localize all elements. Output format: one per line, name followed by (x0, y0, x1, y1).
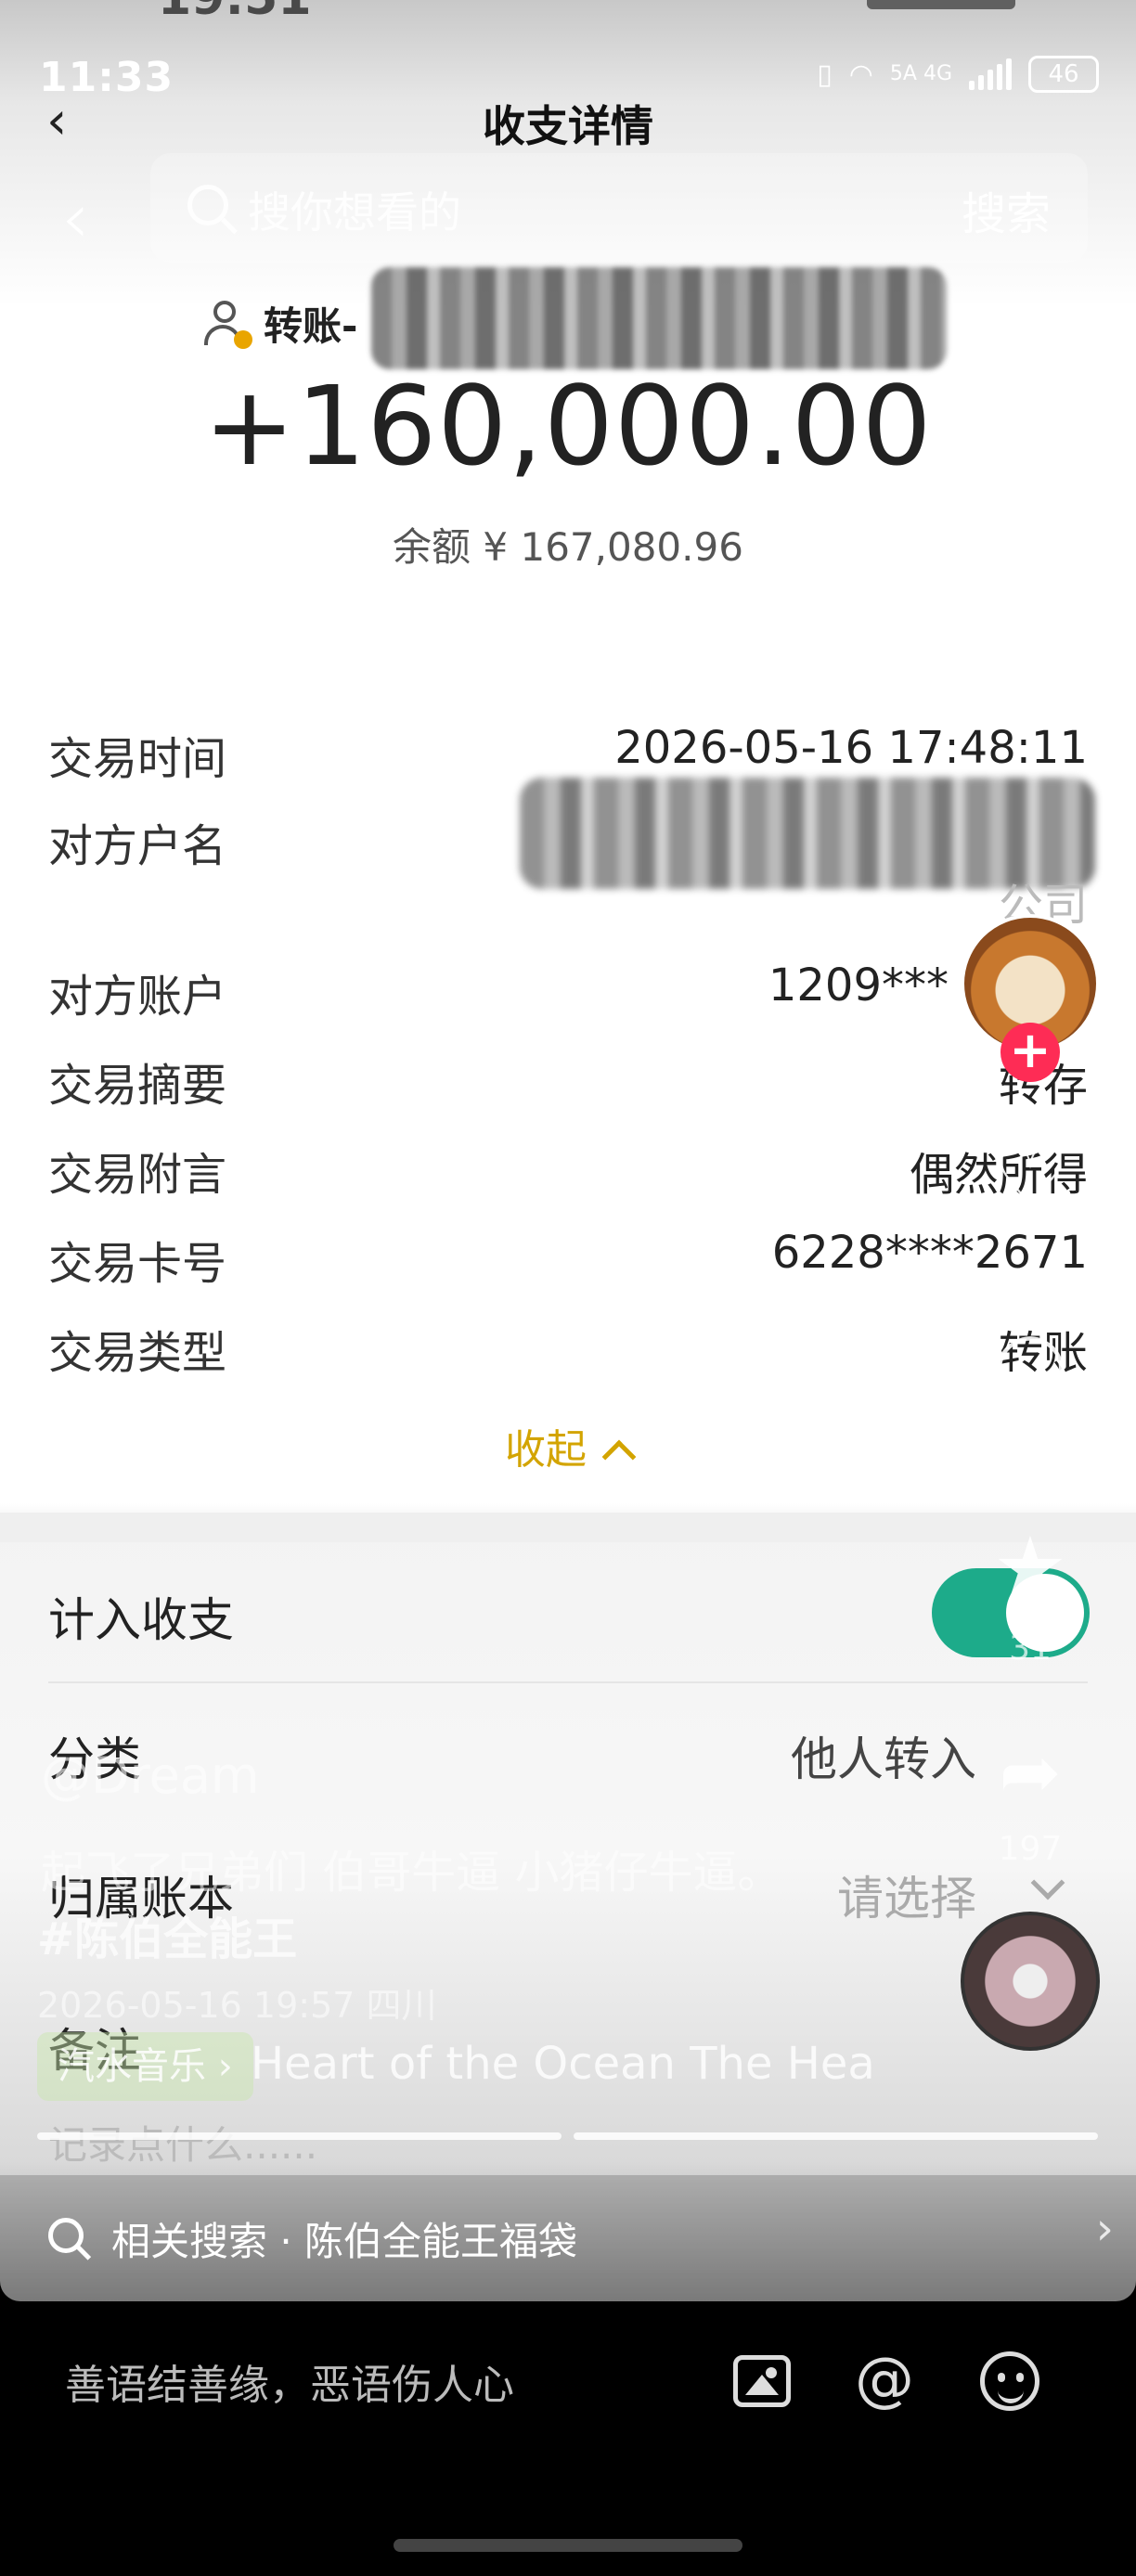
vibrate-icon: ▯ (817, 58, 833, 91)
search-input[interactable]: 搜你想看的 (248, 179, 461, 240)
ghost-status-icons (867, 0, 1015, 9)
counterparty: 转账- (204, 295, 357, 352)
share-icon[interactable]: ➦ (979, 1726, 1081, 1819)
detail-label: 交易卡号 (48, 1238, 227, 1290)
ledger-value: 请选择 (837, 1872, 976, 1926)
search-icon (48, 2218, 84, 2253)
comment-bar: 善语结善缘，恶语伤人心 @ (0, 2301, 1136, 2459)
related-search-text: 相关搜索 · 陈伯全能王福袋 (111, 2219, 578, 2264)
balance-text: 余额 ¥ 167,080.96 (393, 524, 743, 570)
collapse-button[interactable]: 收起 (0, 1416, 1136, 1475)
redaction-scribble (371, 267, 947, 369)
music-title[interactable]: Heart of the Ocean The Hea (251, 2038, 875, 2090)
search-icon (187, 185, 228, 225)
detail-label: 交易时间 (48, 733, 227, 785)
detail-value: 2026-05-16 17:48:11 (614, 722, 1088, 774)
search-bar[interactable]: 搜你想看的 搜索 (150, 153, 1088, 263)
status-icons: ▯ ◠ 5A 4G 46 (817, 56, 1099, 93)
home-indicator[interactable] (394, 2539, 742, 2552)
note-input[interactable]: 记录点什么...... (48, 2114, 317, 2170)
share-count: 197 (998, 1830, 1063, 1868)
divider (48, 1681, 1088, 1683)
image-icon[interactable] (733, 2355, 791, 2407)
detail-label: 交易附言 (48, 1149, 227, 1201)
signal-icon (969, 58, 1012, 90)
comment-input[interactable]: 善语结善缘，恶语伤人心 (65, 2351, 514, 2411)
category-value: 他人转入 (791, 1732, 976, 1786)
network-label: 5A 4G (889, 62, 952, 85)
follow-plus-icon[interactable]: + (1000, 1023, 1060, 1082)
counterparty-label: 转账- (264, 303, 358, 349)
wifi-icon: ◠ (848, 58, 873, 91)
detail-row: 交易摘要 转存 (48, 1049, 1088, 1114)
collapse-label: 收起 (505, 1426, 587, 1474)
star-icon[interactable]: ★ (979, 1522, 1081, 1615)
progress-segment (37, 2132, 562, 2140)
page-title: 收支详情 (483, 101, 653, 151)
chevron-down-icon (1030, 1865, 1065, 1900)
detail-row: 对方账户 1209*** (48, 960, 1088, 1024)
detail-row: 交易类型 转账 (48, 1316, 1088, 1381)
heart-icon[interactable]: ♡ (979, 1132, 1081, 1225)
chevron-up-icon (601, 1439, 637, 1475)
video-hashtag[interactable]: #陈伯全能王 (37, 1902, 297, 1967)
search-button[interactable]: 搜索 (962, 177, 1051, 242)
detail-value: 6228****2671 (771, 1227, 1088, 1279)
detail-label: 对方户名 (48, 820, 227, 872)
battery-icon: 46 (1028, 56, 1099, 93)
emoji-icon[interactable] (980, 2351, 1039, 2411)
detail-label: 交易摘要 (48, 1060, 227, 1112)
detail-row: 交易附言 偶然所得 (48, 1138, 1088, 1203)
music-app-chip[interactable]: 汽水音乐 › (37, 2032, 253, 2101)
overlay-back-icon[interactable]: ‹ (61, 176, 89, 259)
detail-row: 交易卡号 6228****2671 (48, 1227, 1088, 1292)
favorite-count: 31 (1009, 1629, 1052, 1668)
section-divider (0, 1513, 1136, 1542)
app-surface: 19:51 11:33 ▯ ◠ 5A 4G 46 ‹ 收支详情 ‹ 搜你想看的 … (0, 0, 1136, 2301)
video-description: 起飞了兄弟们 伯哥牛逼 小猪仔牛逼。 (41, 1847, 782, 1899)
transaction-amount: +160,000.00 (203, 362, 933, 490)
person-icon (204, 300, 252, 349)
detail-label: 交易类型 (48, 1327, 227, 1379)
progress-segment (574, 2132, 1098, 2140)
detail-value: 1209*** (768, 960, 949, 1011)
related-search-bar[interactable]: 相关搜索 · 陈伯全能王福袋 › (0, 2175, 1136, 2301)
video-author[interactable]: @Dream (41, 1746, 260, 1805)
at-mention-icon[interactable]: @ (852, 2348, 917, 2413)
music-disc-icon[interactable] (961, 1912, 1100, 2051)
detail-label: 对方账户 (48, 971, 227, 1023)
chevron-right-icon: › (1095, 2203, 1114, 2255)
ghost-status-time: 19:51 (158, 0, 312, 26)
comment-icon[interactable]: ◯ (979, 1318, 1081, 1410)
video-date-location: 2026-05-16 19:57 四川 (37, 1985, 437, 2026)
